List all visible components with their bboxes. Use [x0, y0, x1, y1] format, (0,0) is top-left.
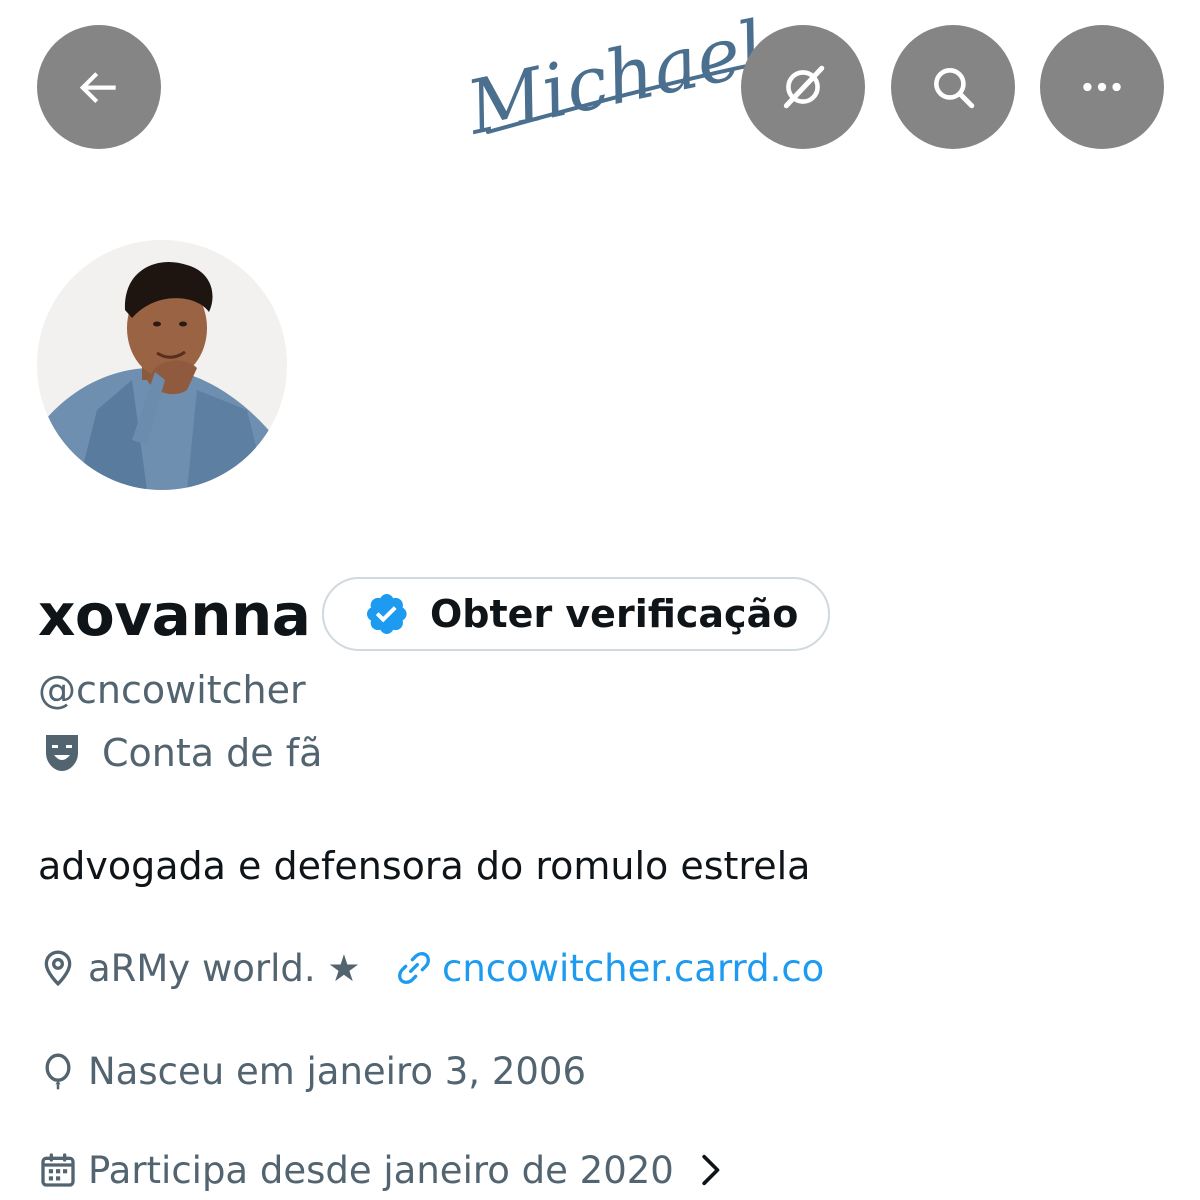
- joined-date-text: Participa desde janeiro de 2020: [88, 1148, 674, 1192]
- more-horizontal-icon: [1083, 82, 1121, 92]
- balloon-icon: [45, 1053, 71, 1090]
- link-icon: [398, 952, 430, 984]
- get-verified-label: Obter verificação: [430, 592, 799, 636]
- location-pin-icon: [44, 950, 72, 987]
- display-name: xovanna: [38, 581, 311, 649]
- more-options-button[interactable]: [1040, 25, 1164, 149]
- theater-mask-icon: [46, 735, 78, 771]
- get-verified-button[interactable]: Obter verificação: [322, 577, 830, 651]
- grok-icon: [783, 65, 825, 109]
- account-label-text: Conta de fã: [102, 731, 323, 775]
- grok-button[interactable]: [741, 25, 865, 149]
- birthdate-text: Nasceu em janeiro 3, 2006: [88, 1049, 586, 1093]
- verified-badge-icon: [367, 594, 407, 634]
- birthdate-row: Nasceu em janeiro 3, 2006: [38, 1046, 586, 1096]
- chevron-right-icon: [702, 1154, 720, 1186]
- location-text: aRMy world. ★: [88, 946, 361, 990]
- user-handle: @cncowitcher: [38, 668, 306, 712]
- avatar-photo: [37, 240, 287, 490]
- arrow-left-icon: [79, 72, 116, 104]
- website-text: cncowitcher.carrd.co: [442, 946, 825, 990]
- account-label: Conta de fã: [38, 728, 322, 778]
- svg-text:Michael: Michael: [458, 10, 771, 140]
- calendar-icon: [41, 1153, 75, 1187]
- website-link[interactable]: cncowitcher.carrd.co: [394, 943, 824, 993]
- signature-logo: Michael: [458, 10, 771, 140]
- back-button[interactable]: [37, 25, 161, 149]
- search-button[interactable]: [891, 25, 1015, 149]
- location-row: aRMy world. ★: [38, 943, 361, 993]
- avatar[interactable]: [37, 240, 287, 490]
- profile-bio: advogada e defensora do romulo estrela: [38, 844, 811, 888]
- profile-page: Michael xovanna Obter verificação @cncow…: [0, 0, 1200, 1200]
- joined-date-row[interactable]: Participa desde janeiro de 2020: [38, 1145, 740, 1195]
- search-icon: [934, 68, 975, 109]
- profile-banner: Michael: [0, 0, 1200, 180]
